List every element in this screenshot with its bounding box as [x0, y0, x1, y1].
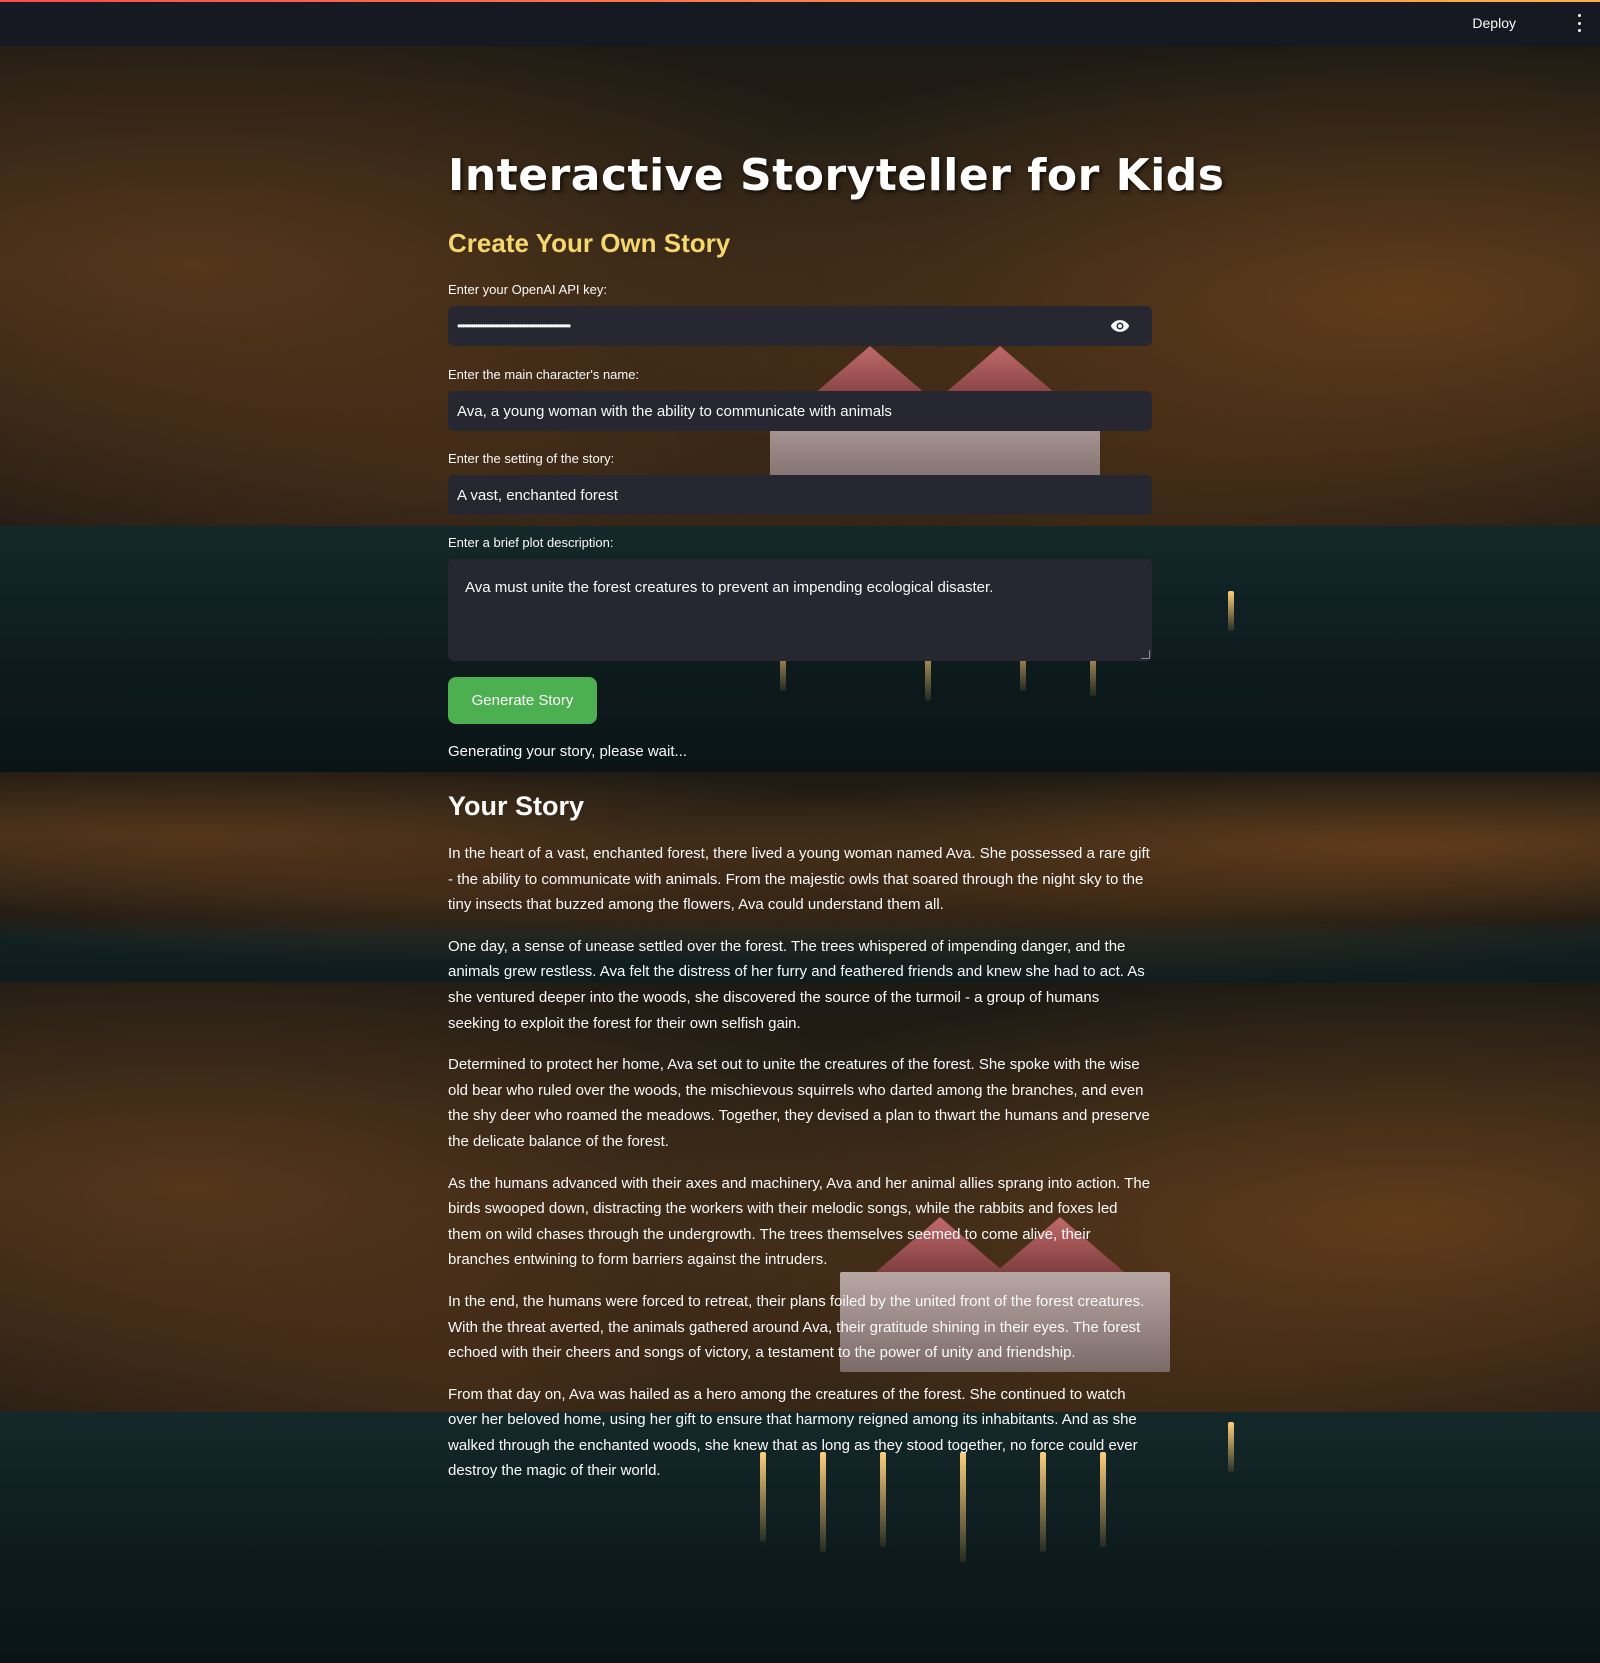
api-key-label: Enter your OpenAI API key:	[448, 282, 607, 297]
app-header: Deploy	[0, 0, 1600, 46]
story-paragraph: Determined to protect her home, Ava set …	[448, 1056, 1150, 1150]
page-title: Interactive Storyteller for Kids	[448, 150, 1225, 201]
setting-input[interactable]: A vast, enchanted forest	[448, 475, 1152, 515]
story-paragraph: As the humans advanced with their axes a…	[448, 1174, 1151, 1269]
api-key-input[interactable]: ••••••••••••••••••••••••••••••••••••••••…	[448, 306, 1152, 346]
character-value: Ava, a young woman with the ability to c…	[457, 402, 892, 420]
resize-handle[interactable]	[1141, 650, 1150, 659]
story-paragraph: One day, a sense of unease settled over …	[448, 937, 1145, 1032]
story-body: In the heart of a vast, enchanted forest…	[448, 841, 1152, 1500]
story-paragraph: In the heart of a vast, enchanted forest…	[448, 845, 1150, 914]
story-heading: Your Story	[448, 791, 585, 821]
eye-icon[interactable]	[1110, 318, 1130, 334]
story-paragraph: In the end, the humans were forced to re…	[448, 1292, 1145, 1362]
header-decoration	[0, 0, 1600, 2]
section-subtitle: Create Your Own Story	[448, 228, 731, 258]
setting-label: Enter the setting of the story:	[448, 451, 615, 466]
story-paragraph: From that day on, Ava was hailed as a he…	[448, 1385, 1138, 1480]
generate-story-button[interactable]: Generate Story	[448, 677, 597, 724]
api-key-value: ••••••••••••••••••••••••••••••••••••••••…	[457, 319, 571, 333]
plot-value: Ava must unite the forest creatures to p…	[465, 579, 994, 596]
status-message: Generating your story, please wait...	[448, 743, 688, 760]
setting-value: A vast, enchanted forest	[457, 486, 618, 504]
character-label: Enter the main character's name:	[448, 367, 640, 382]
character-input[interactable]: Ava, a young woman with the ability to c…	[448, 391, 1152, 431]
kebab-menu-icon[interactable]	[1574, 14, 1584, 32]
plot-textarea[interactable]: Ava must unite the forest creatures to p…	[448, 559, 1152, 661]
plot-label: Enter a brief plot description:	[448, 535, 614, 550]
deploy-button[interactable]: Deploy	[1472, 15, 1516, 31]
